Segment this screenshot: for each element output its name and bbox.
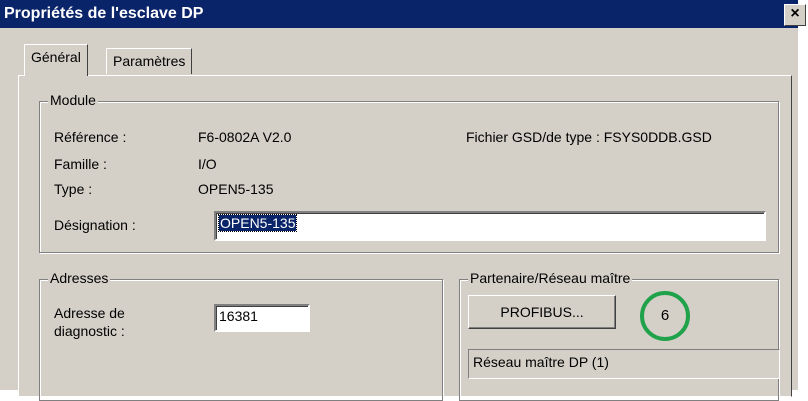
addresses-legend: Adresses: [48, 270, 111, 286]
close-button[interactable]: ×: [784, 4, 806, 26]
gsd-file-text: Fichier GSD/de type : FSYS0DDB.GSD: [466, 129, 712, 145]
module-legend: Module: [48, 92, 98, 108]
master-network-text: Réseau maître DP (1): [473, 354, 609, 370]
dialog-window: Propriétés de l'esclave DP × Général Par…: [0, 0, 806, 401]
module-groupbox: Module Référence : F6-0802A V2.0 Fichier…: [39, 92, 779, 253]
type-label: Type :: [54, 181, 93, 197]
diagnostic-address-value: 16381: [219, 308, 258, 324]
marker-number: 6: [660, 307, 670, 324]
tab-parametres[interactable]: Paramètres: [106, 48, 193, 74]
tab-general[interactable]: Général: [24, 44, 88, 76]
close-icon: ×: [790, 5, 800, 22]
designation-field[interactable]: OPEN5-135: [214, 211, 766, 241]
designation-selected-text: OPEN5-135: [217, 214, 298, 232]
type-value: OPEN5-135: [198, 181, 274, 197]
reference-label: Référence :: [54, 129, 127, 145]
diagnostic-address-label-line2: diagnostic :: [54, 323, 125, 339]
highlight-circle: 6: [640, 291, 690, 341]
designation-label: Désignation :: [54, 217, 136, 233]
partner-legend: Partenaire/Réseau maître: [468, 270, 633, 286]
tab-parametres-label: Paramètres: [113, 53, 186, 69]
diagnostic-address-label-line1: Adresse de: [54, 305, 125, 321]
master-network-field: Réseau maître DP (1): [468, 349, 780, 379]
partner-groupbox: Partenaire/Réseau maître PROFIBUS... 6 R…: [459, 270, 780, 401]
title-bar[interactable]: Propriétés de l'esclave DP ×: [0, 0, 806, 28]
window-title: Propriétés de l'esclave DP: [4, 5, 204, 22]
profibus-button-label: PROFIBUS...: [500, 304, 584, 320]
family-value: I/O: [198, 156, 217, 172]
reference-value: F6-0802A V2.0: [198, 129, 292, 145]
diagnostic-address-field[interactable]: 16381: [214, 304, 310, 332]
addresses-groupbox: Adresses Adresse de diagnostic : 16381: [39, 270, 443, 401]
tab-general-label: Général: [31, 49, 81, 65]
family-label: Famille :: [54, 156, 107, 172]
profibus-button[interactable]: PROFIBUS...: [468, 295, 616, 329]
tab-panel-general: Module Référence : F6-0802A V2.0 Fichier…: [18, 75, 792, 401]
